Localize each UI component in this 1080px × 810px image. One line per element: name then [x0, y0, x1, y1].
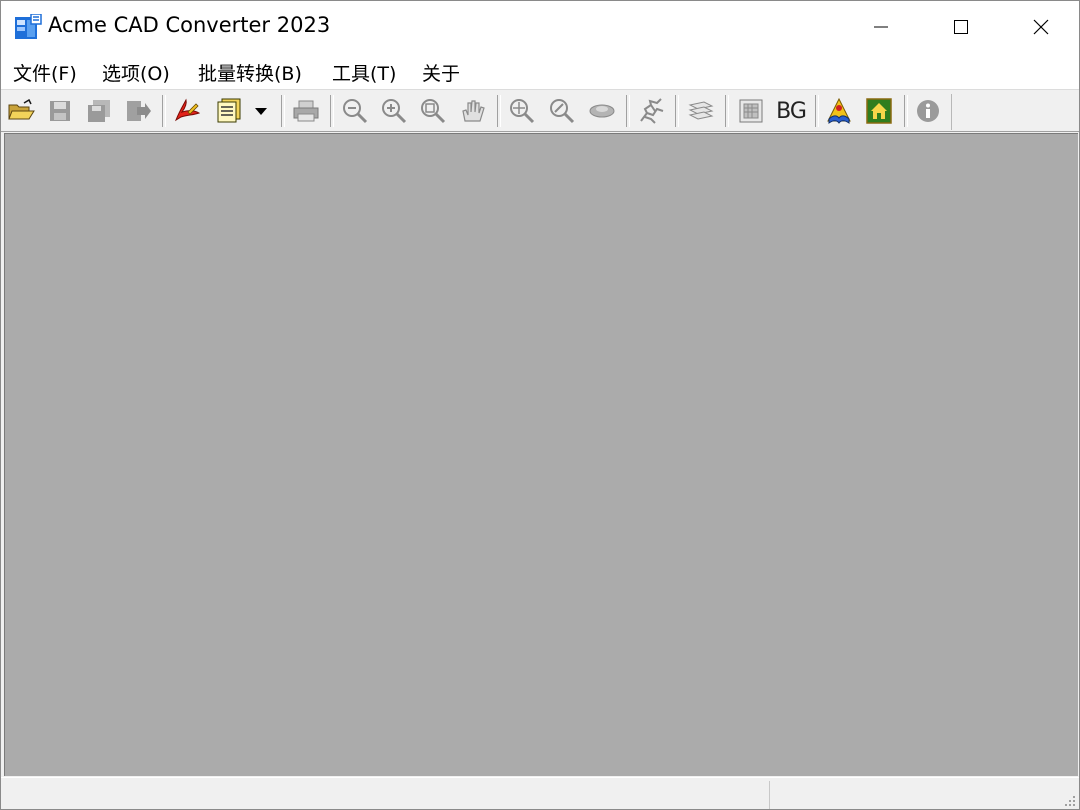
print-button[interactable] — [290, 95, 322, 127]
batch-convert-button[interactable] — [213, 95, 245, 127]
toolbar-separator — [330, 95, 334, 127]
app-window: Acme CAD Converter 2023 文件(F) 选项(O) 批量转换… — [0, 0, 1080, 810]
toolbar-separator — [497, 95, 501, 127]
zoom-window-button[interactable] — [417, 95, 449, 127]
toolbar-separator — [725, 95, 729, 127]
zoom-extents-icon — [510, 99, 535, 124]
pdf-convert-button[interactable] — [171, 95, 203, 127]
zoom-extents-button[interactable] — [506, 95, 538, 127]
batch-convert-dropdown[interactable] — [247, 95, 275, 127]
zoom-in-icon — [382, 99, 407, 124]
drawing-canvas[interactable] — [4, 133, 1078, 776]
redraw-button[interactable] — [635, 95, 667, 127]
zoom-window-icon — [421, 99, 446, 124]
window-title: Acme CAD Converter 2023 — [48, 13, 331, 37]
minimize-button[interactable] — [841, 1, 921, 53]
layers-button[interactable] — [685, 95, 717, 127]
toolbar-separator — [281, 95, 285, 127]
zoom-realtime-icon — [550, 99, 575, 124]
view-icon — [589, 104, 615, 118]
help-book-icon — [827, 97, 851, 124]
help-button[interactable] — [823, 95, 855, 127]
layers-icon — [688, 101, 714, 120]
redraw-icon — [640, 98, 664, 124]
app-icon — [15, 14, 42, 39]
menu-batch-convert[interactable]: 批量转换(B) — [198, 59, 302, 86]
export-button[interactable] — [122, 95, 154, 127]
open-button[interactable] — [5, 95, 37, 127]
home-icon — [866, 98, 892, 124]
chevron-down-icon — [255, 108, 267, 115]
maximize-icon — [954, 20, 968, 34]
zoom-out-button[interactable] — [339, 95, 371, 127]
zoom-out-icon — [343, 99, 368, 124]
print-icon — [293, 100, 319, 122]
toolbar-separator — [162, 95, 166, 127]
title-bar[interactable]: Acme CAD Converter 2023 — [1, 1, 1079, 53]
menu-bar: 文件(F) 选项(O) 批量转换(B) 工具(T) 关于 — [1, 53, 1079, 90]
info-icon — [917, 100, 939, 122]
view-button[interactable] — [586, 95, 618, 127]
status-divider — [769, 781, 770, 809]
pan-hand-icon — [462, 100, 485, 122]
bg-label: BG — [776, 98, 807, 124]
home-button[interactable] — [863, 95, 895, 127]
batch-convert-icon — [217, 98, 241, 123]
about-button[interactable] — [912, 95, 944, 127]
background-grid-icon — [739, 99, 763, 123]
save-icon — [50, 101, 70, 121]
toolbar-separator — [626, 95, 630, 127]
close-icon — [1033, 19, 1049, 35]
minimize-icon — [874, 26, 888, 28]
toolbar-separator — [815, 95, 819, 127]
background-grid-button[interactable] — [735, 95, 767, 127]
open-folder-icon — [8, 99, 35, 120]
toolbar-end-divider — [951, 94, 952, 130]
pdf-convert-icon — [174, 98, 201, 122]
menu-about[interactable]: 关于 — [422, 59, 460, 86]
status-bar — [1, 777, 1079, 809]
export-icon — [127, 101, 151, 121]
zoom-in-button[interactable] — [378, 95, 410, 127]
zoom-realtime-button[interactable] — [546, 95, 578, 127]
maximize-button[interactable] — [921, 1, 1001, 53]
save-all-button[interactable] — [83, 95, 115, 127]
menu-file[interactable]: 文件(F) — [13, 59, 77, 86]
toolbar-separator — [675, 95, 679, 127]
pan-button[interactable] — [457, 95, 489, 127]
menu-tools[interactable]: 工具(T) — [332, 59, 396, 86]
toolbar: BG — [1, 90, 1079, 132]
toolbar-separator — [904, 95, 908, 127]
save-all-icon — [88, 100, 110, 122]
menu-options[interactable]: 选项(O) — [102, 59, 170, 86]
resize-grip-icon[interactable] — [1061, 792, 1077, 808]
save-button[interactable] — [44, 95, 76, 127]
bg-color-button[interactable]: BG — [772, 95, 810, 127]
close-button[interactable] — [1001, 1, 1079, 53]
